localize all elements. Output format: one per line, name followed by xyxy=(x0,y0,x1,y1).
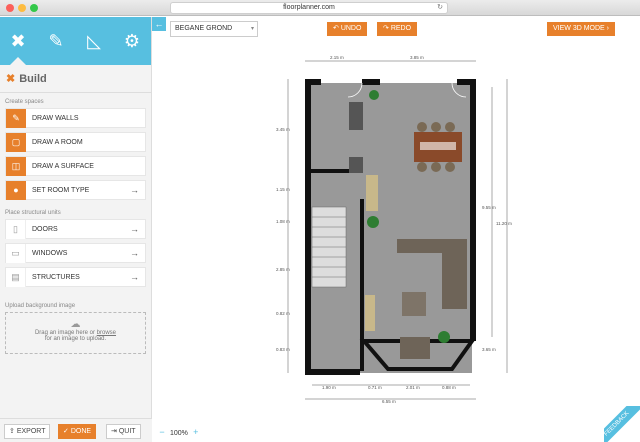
build-icon[interactable]: ✖ xyxy=(6,29,30,65)
armchair xyxy=(400,337,430,359)
set-room-type-button[interactable]: ● SET ROOM TYPE → xyxy=(5,180,146,200)
right-wall xyxy=(470,79,476,341)
group-label-create: Create spaces xyxy=(5,99,44,105)
tool-tabs: ✖ ✎ ◺ ⚙ xyxy=(0,17,151,65)
dim-label: 1.90 m xyxy=(322,385,336,390)
dim-label: 0.82 m xyxy=(276,311,290,316)
done-button[interactable]: ✓ DONE xyxy=(58,424,97,439)
stairs-icon: ▤ xyxy=(6,268,26,287)
dim-label: 0.71 m xyxy=(368,385,382,390)
pencil-icon: ✎ xyxy=(6,109,26,128)
zoom-level: 100% xyxy=(169,430,188,437)
structures-button[interactable]: ▤ STRUCTURES → xyxy=(5,267,146,287)
browser-titlebar: floorplanner.com ↻ xyxy=(0,0,640,16)
door-icon: ▯ xyxy=(6,220,26,239)
windows-button[interactable]: ▭ WINDOWS → xyxy=(5,243,146,263)
feedback-tab[interactable]: FEEDBACK xyxy=(604,406,640,442)
gear-icon[interactable]: ⚙ xyxy=(120,29,144,53)
floorplan[interactable]: 2.15 m 3.85 m 3.45 m 1.15 m 1.08 m 2.85 … xyxy=(152,17,640,442)
hammer-icon: ✖ xyxy=(6,73,16,85)
draw-room-button[interactable]: ▢ DRAW A ROOM xyxy=(5,132,146,152)
dim-label: 9.55 m xyxy=(482,205,496,210)
top-wall-left xyxy=(305,79,321,85)
kitchen-island xyxy=(349,102,363,130)
room-icon: ▢ xyxy=(6,133,26,152)
arrow-right-icon: → xyxy=(130,224,139,234)
quit-button[interactable]: ⇥ QUIT xyxy=(106,424,141,439)
arrow-right-icon: → xyxy=(130,185,139,195)
staircase xyxy=(311,206,347,288)
draw-surface-button[interactable]: ◫ DRAW A SURFACE xyxy=(5,156,146,176)
dim-label: 11.20 m xyxy=(496,221,512,226)
top-wall-right xyxy=(457,79,476,85)
dim-label: 3.45 m xyxy=(276,127,290,132)
dim-label: 0.88 m xyxy=(442,385,456,390)
zoom-in-button[interactable]: + xyxy=(190,425,202,439)
draw-walls-button[interactable]: ✎ DRAW WALLS xyxy=(5,108,146,128)
dim-label: 2.85 m xyxy=(276,267,290,272)
dim-label: 1.15 m xyxy=(276,187,290,192)
plant xyxy=(369,90,379,100)
left-wall xyxy=(305,79,311,375)
coffee-table xyxy=(402,292,426,316)
sidebar-footer: ⇪ EXPORT ✓ DONE ⇥ QUIT xyxy=(0,418,152,442)
sidebar: ✖ ✎ ◺ ⚙ ✖ Build Create spaces ✎ DRAW WALLS… xyxy=(0,17,152,442)
plant xyxy=(438,331,450,343)
cabinet xyxy=(366,175,378,211)
dim-label: 3.85 m xyxy=(410,55,424,60)
section-title: ✖ Build xyxy=(0,65,151,93)
close-window-button[interactable] xyxy=(6,4,14,12)
reload-icon[interactable]: ↻ xyxy=(437,3,443,13)
group-label-structural: Place structural units xyxy=(5,210,61,216)
cloud-upload-icon: ☁ xyxy=(70,319,81,330)
cabinet xyxy=(365,295,375,331)
dim-label: 0.83 m xyxy=(276,347,290,352)
canvas-area[interactable]: ← BEGANE GROND ▾ ↶ UNDO ↷ REDO VIEW 3D MO… xyxy=(152,17,640,442)
doors-button[interactable]: ▯ DOORS → xyxy=(5,219,146,239)
dim-label: 3.65 m xyxy=(482,347,496,352)
stair-wall xyxy=(360,199,364,371)
minimize-window-button[interactable] xyxy=(18,4,26,12)
dim-label: 2.15 m xyxy=(330,55,344,60)
pin-icon: ● xyxy=(6,181,26,200)
plant xyxy=(367,216,379,228)
paint-brush-icon[interactable]: ✎ xyxy=(44,29,68,53)
upload-dropzone[interactable]: ☁ Drag an image here or browse for an im… xyxy=(5,312,146,354)
zoom-out-button[interactable]: − xyxy=(156,425,168,439)
url-bar[interactable]: floorplanner.com ↻ xyxy=(170,2,448,14)
stove xyxy=(349,157,363,173)
upload-label: Upload background image xyxy=(5,303,76,309)
arrow-right-icon: → xyxy=(130,248,139,258)
dim-label: 2.01 m xyxy=(406,385,420,390)
url-text: floorplanner.com xyxy=(283,4,335,11)
surface-icon: ◫ xyxy=(6,157,26,176)
zoom-control: − 100% + xyxy=(156,425,202,439)
bottom-wall xyxy=(305,369,360,375)
maximize-window-button[interactable] xyxy=(30,4,38,12)
top-wall-mid xyxy=(362,79,380,85)
measure-triangle-icon[interactable]: ◺ xyxy=(82,29,106,53)
dim-label: 1.08 m xyxy=(276,219,290,224)
window-icon: ▭ xyxy=(6,244,26,263)
export-button[interactable]: ⇪ EXPORT xyxy=(4,424,51,439)
dim-label: 6.55 m xyxy=(382,399,396,404)
arrow-right-icon: → xyxy=(130,272,139,282)
